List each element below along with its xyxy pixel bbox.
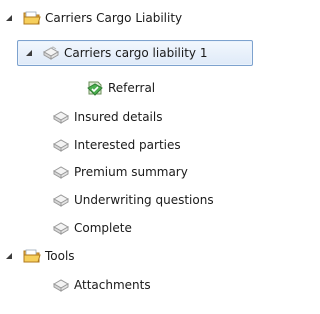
tree-node-label: Tools [45,249,75,263]
form-page-icon [52,111,70,124]
tree-node-carriers-cargo-liability[interactable]: Carriers Cargo Liability [0,7,260,29]
tree-node-insured-details[interactable]: Insured details [0,106,260,128]
tree-node-interested-parties[interactable]: Interested parties [0,134,260,156]
expand-arrow-icon[interactable] [4,13,14,23]
tree-node-label: Premium summary [74,165,188,179]
tree-node-carriers-cargo-liability-1[interactable]: Carriers cargo liability 1 [0,42,260,64]
form-page-icon [52,139,70,152]
navigation-tree: Carriers Cargo Liability Carriers cargo … [0,0,260,314]
folder-icon [23,11,41,25]
tree-node-tools[interactable]: Tools [0,245,260,267]
tree-node-underwriting-questions[interactable]: Underwriting questions [0,189,260,211]
tree-node-label: Attachments [74,278,151,292]
form-page-icon [42,46,60,60]
tree-node-label: Interested parties [74,138,181,152]
tree-node-label: Referral [108,81,156,95]
tree-node-label: Carriers Cargo Liability [45,11,183,25]
form-page-icon [52,222,70,235]
form-page-icon [52,279,70,292]
tree-node-premium-summary[interactable]: Premium summary [0,161,260,183]
tree-node-label: Complete [74,221,132,235]
tree-node-label: Carriers cargo liability 1 [64,46,208,60]
tree-node-label: Insured details [74,110,163,124]
tree-node-attachments[interactable]: Attachments [0,274,260,296]
tree-node-label: Underwriting questions [74,193,214,207]
folder-icon [23,249,41,263]
form-page-icon [52,166,70,179]
expand-arrow-icon[interactable] [4,251,14,261]
tree-node-complete[interactable]: Complete [0,217,260,239]
expand-arrow-icon[interactable] [24,48,34,58]
tree-node-referral[interactable]: Referral [0,77,260,99]
form-page-icon [52,194,70,207]
referral-shield-icon [87,81,103,96]
